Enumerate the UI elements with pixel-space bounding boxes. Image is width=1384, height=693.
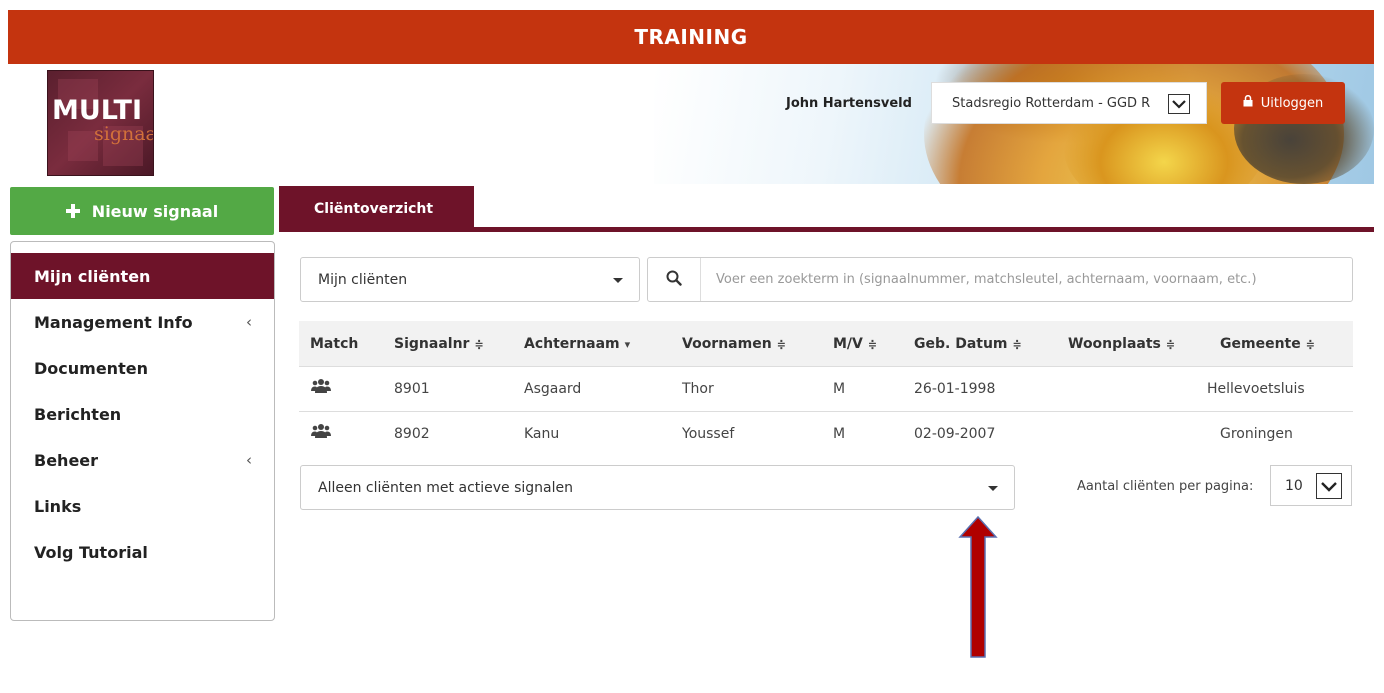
cell-achternaam: Kanu bbox=[524, 426, 560, 442]
sort-icon: ≑ bbox=[1165, 337, 1176, 351]
annotation-arrow-icon bbox=[958, 516, 998, 658]
multisignaal-logo[interactable]: MULTI signaal bbox=[47, 70, 154, 176]
plus-icon bbox=[65, 199, 80, 223]
new-signal-label: Nieuw signaal bbox=[91, 201, 219, 221]
sort-icon: ≑ bbox=[867, 337, 878, 351]
tab-bar: Cliëntoverzicht bbox=[279, 186, 1374, 232]
column-header-woonplaats[interactable]: Woonplaats ≑ bbox=[1068, 336, 1175, 352]
sidebar-item-label: Management Info bbox=[34, 312, 193, 332]
column-header-gemeente[interactable]: Gemeente ≑ bbox=[1220, 336, 1315, 352]
per-page-value: 10 bbox=[1285, 477, 1303, 494]
column-header-geb-datum[interactable]: Geb. Datum ≑ bbox=[914, 336, 1022, 352]
caret-down-icon bbox=[613, 278, 623, 283]
sort-icon: ≑ bbox=[474, 337, 484, 351]
client-scope-select[interactable]: Mijn cliënten bbox=[300, 257, 640, 302]
search-button[interactable] bbox=[648, 258, 701, 301]
users-icon[interactable] bbox=[311, 378, 331, 398]
sidebar-item-label: Documenten bbox=[34, 358, 148, 378]
cell-geb-datum: 26-01-1998 bbox=[914, 381, 996, 397]
cell-geb-datum: 02-09-2007 bbox=[914, 426, 996, 442]
tab-label: Cliëntoverzicht bbox=[314, 201, 434, 217]
logout-button[interactable]: Uitloggen bbox=[1221, 82, 1345, 124]
cell-signaalnr: 8902 bbox=[394, 426, 430, 442]
sidebar-item-volg-tutorial[interactable]: Volg Tutorial bbox=[11, 529, 274, 575]
search-icon bbox=[666, 270, 682, 290]
lock-icon bbox=[1243, 94, 1253, 111]
sidebar-item-links[interactable]: Links bbox=[11, 483, 274, 529]
organisation-select[interactable]: Stadsregio Rotterdam - GGD R bbox=[931, 82, 1207, 124]
sidebar-item-label: Berichten bbox=[34, 404, 122, 424]
per-page-label: Aantal cliënten per pagina: bbox=[1077, 479, 1254, 494]
cell-signaalnr: 8901 bbox=[394, 381, 430, 397]
sidebar-nav: Mijn cliënten Management Info ‹ Document… bbox=[10, 241, 275, 621]
sort-icon: ≑ bbox=[776, 337, 786, 351]
table-header: Match Signaalnr ≑ Achternaam ▾ Voornamen ≑ … bbox=[299, 321, 1353, 366]
cell-mv: M bbox=[833, 426, 846, 442]
sidebar-item-label: Mijn cliënten bbox=[34, 266, 151, 286]
sidebar-item-label: Links bbox=[34, 496, 82, 516]
caret-down-icon bbox=[988, 486, 998, 491]
cell-voornamen: Youssef bbox=[682, 426, 735, 442]
signal-filter-select[interactable]: Alleen cliënten met actieve signalen bbox=[300, 465, 1015, 510]
column-header-signaalnr[interactable]: Signaalnr ≑ bbox=[394, 336, 484, 352]
sidebar-item-management-info[interactable]: Management Info ‹ bbox=[11, 299, 274, 345]
cell-achternaam: Asgaard bbox=[524, 381, 582, 397]
cell-gemeente: Groningen bbox=[1220, 426, 1293, 442]
sidebar-item-beheer[interactable]: Beheer ‹ bbox=[11, 437, 274, 483]
sidebar-item-label: Volg Tutorial bbox=[34, 542, 148, 562]
search-input[interactable] bbox=[702, 258, 1350, 301]
tab-clientoverzicht[interactable]: Cliëntoverzicht bbox=[279, 186, 474, 232]
client-scope-value: Mijn cliënten bbox=[318, 271, 408, 288]
table-row[interactable]: 8901 Asgaard Thor M 26-01-1998 Hellevoet… bbox=[299, 366, 1353, 411]
clients-table: Match Signaalnr ≑ Achternaam ▾ Voornamen ≑ … bbox=[299, 321, 1353, 456]
column-header-mv[interactable]: M/V ≑ bbox=[833, 336, 877, 352]
logo-text-signaal: signaal bbox=[94, 123, 153, 145]
table-row[interactable]: 8902 Kanu Youssef M 02-09-2007 Groningen bbox=[299, 411, 1353, 456]
chevron-left-icon: ‹ bbox=[246, 313, 252, 331]
cell-mv: M bbox=[833, 381, 846, 397]
logo-text-multi: MULTI bbox=[52, 95, 142, 126]
banner-title: TRAINING bbox=[634, 25, 748, 49]
user-name: John Hartensveld bbox=[786, 96, 912, 111]
cell-voornamen: Thor bbox=[682, 381, 714, 397]
column-header-voornamen[interactable]: Voornamen ≑ bbox=[682, 336, 786, 352]
sort-icon: ≑ bbox=[1012, 337, 1022, 351]
sidebar-item-documenten[interactable]: Documenten bbox=[11, 345, 274, 391]
sidebar-item-mijn-clienten[interactable]: Mijn cliënten bbox=[11, 253, 274, 299]
sidebar-item-label: Beheer bbox=[34, 450, 99, 470]
column-header-achternaam[interactable]: Achternaam ▾ bbox=[524, 336, 630, 352]
signal-filter-value: Alleen cliënten met actieve signalen bbox=[318, 479, 574, 496]
search-bar bbox=[647, 257, 1353, 302]
chevron-down-icon[interactable] bbox=[1316, 473, 1342, 499]
new-signal-button[interactable]: Nieuw signaal bbox=[10, 187, 274, 235]
column-header-match: Match bbox=[310, 335, 359, 352]
logout-label: Uitloggen bbox=[1260, 95, 1324, 111]
chevron-down-icon[interactable] bbox=[1168, 94, 1190, 114]
chevron-left-icon: ‹ bbox=[246, 451, 252, 469]
organisation-value: Stadsregio Rotterdam - GGD R bbox=[952, 95, 1151, 111]
sidebar-item-berichten[interactable]: Berichten bbox=[11, 391, 274, 437]
sort-icon: ≑ bbox=[1305, 337, 1315, 351]
training-banner: TRAINING bbox=[8, 10, 1374, 64]
users-icon[interactable] bbox=[311, 423, 331, 443]
per-page-select[interactable]: 10 bbox=[1270, 465, 1352, 506]
cell-gemeente: Hellevoetsluis bbox=[1207, 381, 1305, 397]
sort-desc-icon: ▾ bbox=[624, 337, 631, 351]
